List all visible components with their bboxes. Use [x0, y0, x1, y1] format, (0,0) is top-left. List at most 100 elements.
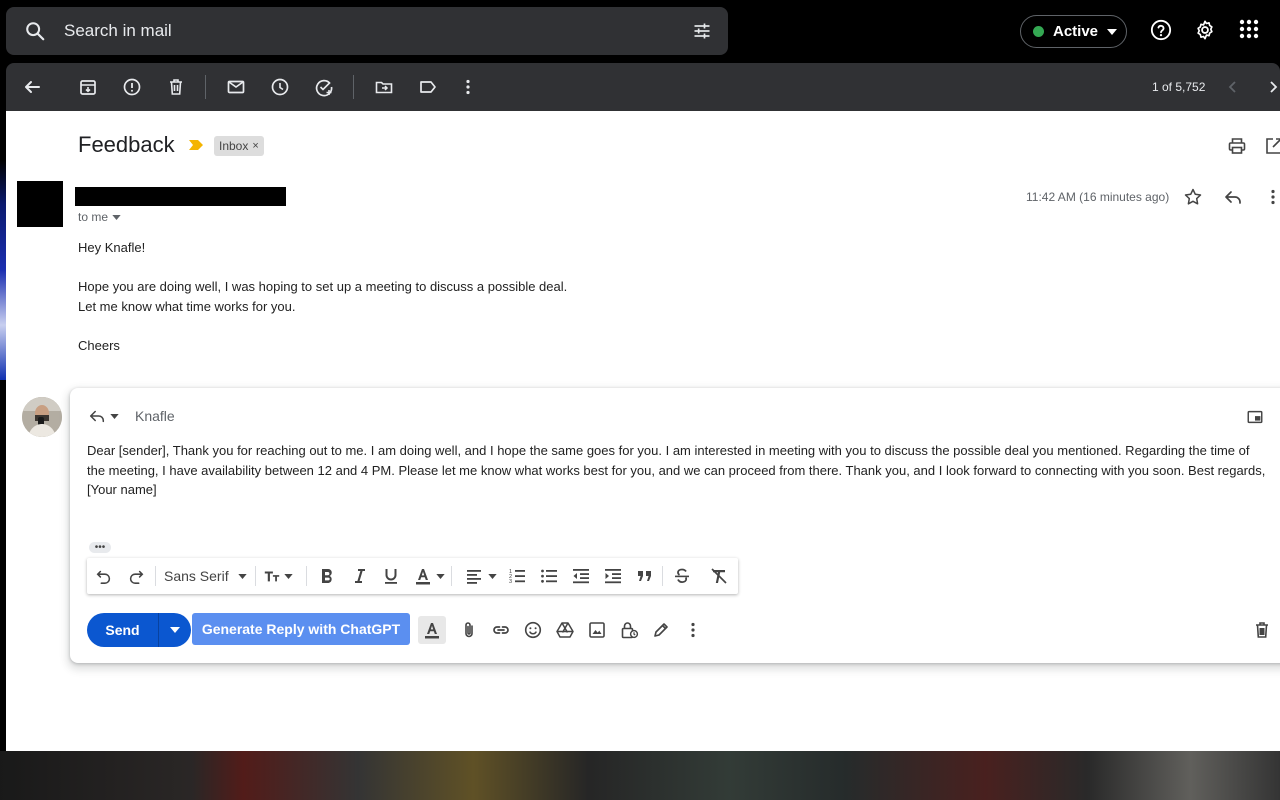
more-vert-icon[interactable]: [458, 77, 478, 97]
user-avatar[interactable]: [22, 397, 62, 437]
attach-icon[interactable]: [459, 620, 479, 640]
format-divider: [662, 566, 663, 586]
mail-toolbar: 1 of 5,752: [6, 63, 1280, 111]
body-signoff: Cheers: [78, 338, 120, 353]
numbered-list-icon[interactable]: 123: [508, 566, 526, 586]
body-line: Hope you are doing well, I was hoping to…: [78, 279, 568, 294]
align-icon[interactable]: [465, 566, 497, 586]
report-spam-icon[interactable]: [122, 77, 142, 97]
quote-icon[interactable]: [636, 566, 654, 586]
desktop-wallpaper: [0, 751, 1280, 800]
italic-icon[interactable]: [351, 566, 367, 586]
indent-more-icon[interactable]: [604, 566, 622, 586]
reply-type-selector[interactable]: [88, 407, 119, 425]
caret-down-icon: [1107, 28, 1118, 35]
photo-icon[interactable]: [587, 620, 607, 640]
toolbar-divider: [353, 75, 354, 99]
importance-marker-icon[interactable]: [189, 140, 203, 150]
mark-unread-icon[interactable]: [226, 77, 246, 97]
caret-down-icon[interactable]: [112, 214, 121, 220]
reply-compose: Knafle Dear [sender], Thank you for reac…: [70, 388, 1280, 663]
bulleted-list-icon[interactable]: [540, 566, 558, 586]
status-dot: [1033, 26, 1044, 37]
settings-icon[interactable]: [1194, 19, 1216, 41]
body-greeting: Hey Knafle!: [78, 240, 146, 255]
remove-label-button[interactable]: ×: [252, 140, 258, 152]
format-divider: [255, 566, 256, 586]
formatting-toolbar: Sans Serif 1 2 3: [87, 558, 738, 594]
indent-less-icon[interactable]: [572, 566, 590, 586]
delete-icon[interactable]: [166, 77, 186, 97]
to-me-label: to me: [78, 210, 109, 224]
format-divider: [451, 566, 452, 586]
drive-icon[interactable]: [555, 620, 575, 640]
text-size-icon[interactable]: [263, 566, 293, 586]
redo-icon[interactable]: [127, 566, 145, 586]
label-icon[interactable]: [418, 77, 438, 97]
move-to-icon[interactable]: [374, 77, 394, 97]
recipient-details[interactable]: to me: [78, 210, 121, 224]
text-color-icon[interactable]: [415, 566, 445, 586]
print-icon[interactable]: [1227, 136, 1247, 156]
caret-down-icon: [170, 627, 180, 633]
caret-down-icon: [237, 573, 247, 579]
email-subject: Feedback: [78, 132, 175, 157]
link-icon[interactable]: [491, 620, 511, 640]
more-options-icon[interactable]: [683, 620, 703, 640]
reply-recipient[interactable]: Knafle: [135, 408, 175, 424]
status-label: Active: [1053, 23, 1099, 40]
formatting-options-button[interactable]: [418, 616, 446, 644]
reply-icon[interactable]: [1223, 187, 1243, 207]
search-icon[interactable]: [24, 20, 46, 42]
discard-icon[interactable]: [1252, 620, 1272, 640]
label-chip-inbox[interactable]: Inbox ×: [214, 136, 264, 156]
help-icon[interactable]: [1150, 19, 1172, 41]
body-line: Let me know what time works for you.: [78, 299, 296, 314]
remove-formatting-icon[interactable]: [710, 566, 728, 586]
chevron-right-icon[interactable]: [1263, 77, 1280, 97]
confidential-icon[interactable]: [619, 620, 639, 640]
generate-reply-chatgpt-button[interactable]: Generate Reply with ChatGPT: [192, 613, 410, 645]
sender-avatar[interactable]: [17, 181, 63, 227]
email-timestamp: 11:42 AM (16 minutes ago): [1026, 190, 1170, 204]
add-task-icon[interactable]: [314, 77, 334, 97]
bold-icon[interactable]: [319, 566, 335, 586]
status-selector[interactable]: Active: [1020, 15, 1127, 48]
star-icon[interactable]: [1183, 187, 1203, 207]
svg-text:3: 3: [509, 579, 512, 585]
font-family-selector[interactable]: Sans Serif: [164, 566, 247, 586]
snooze-icon[interactable]: [270, 77, 290, 97]
apps-icon[interactable]: [1239, 19, 1259, 39]
schedule-send-button[interactable]: [159, 613, 191, 647]
email-body: Hey Knafle! Hope you are doing well, I w…: [78, 238, 567, 356]
pop-out-icon[interactable]: [1246, 408, 1264, 426]
archive-icon[interactable]: [78, 77, 98, 97]
text-color-icon: [425, 623, 439, 639]
toolbar-divider: [205, 75, 206, 99]
font-family-label: Sans Serif: [164, 568, 229, 584]
pager-count: 1 of 5,752: [1152, 80, 1206, 94]
show-trimmed-content-button[interactable]: •••: [89, 542, 111, 553]
back-arrow-icon[interactable]: [22, 77, 42, 97]
more-vert-icon[interactable]: [1263, 187, 1280, 207]
format-divider: [155, 566, 156, 586]
open-new-window-icon[interactable]: [1264, 136, 1280, 156]
format-divider: [306, 566, 307, 586]
caret-down-icon: [110, 413, 119, 419]
reply-icon: [88, 407, 106, 425]
reply-body-editor[interactable]: Dear [sender], Thank you for reaching ou…: [87, 441, 1267, 500]
chevron-left-icon[interactable]: [1223, 77, 1243, 97]
underline-icon[interactable]: [383, 566, 399, 586]
undo-icon[interactable]: [95, 566, 113, 586]
send-button[interactable]: Send: [87, 613, 159, 647]
label-chip-text: Inbox: [219, 139, 249, 153]
search-bar[interactable]: Search in mail: [6, 7, 728, 55]
search-input[interactable]: Search in mail: [64, 21, 692, 41]
send-button-group: Send: [87, 613, 191, 647]
tune-icon[interactable]: [692, 21, 712, 41]
sender-name-redacted: [75, 187, 286, 206]
signature-icon[interactable]: [651, 620, 671, 640]
emoji-icon[interactable]: [523, 620, 543, 640]
message-view: Feedback Inbox × to me 11:42 AM (16 minu…: [6, 111, 1280, 751]
strikethrough-icon[interactable]: [673, 566, 691, 586]
